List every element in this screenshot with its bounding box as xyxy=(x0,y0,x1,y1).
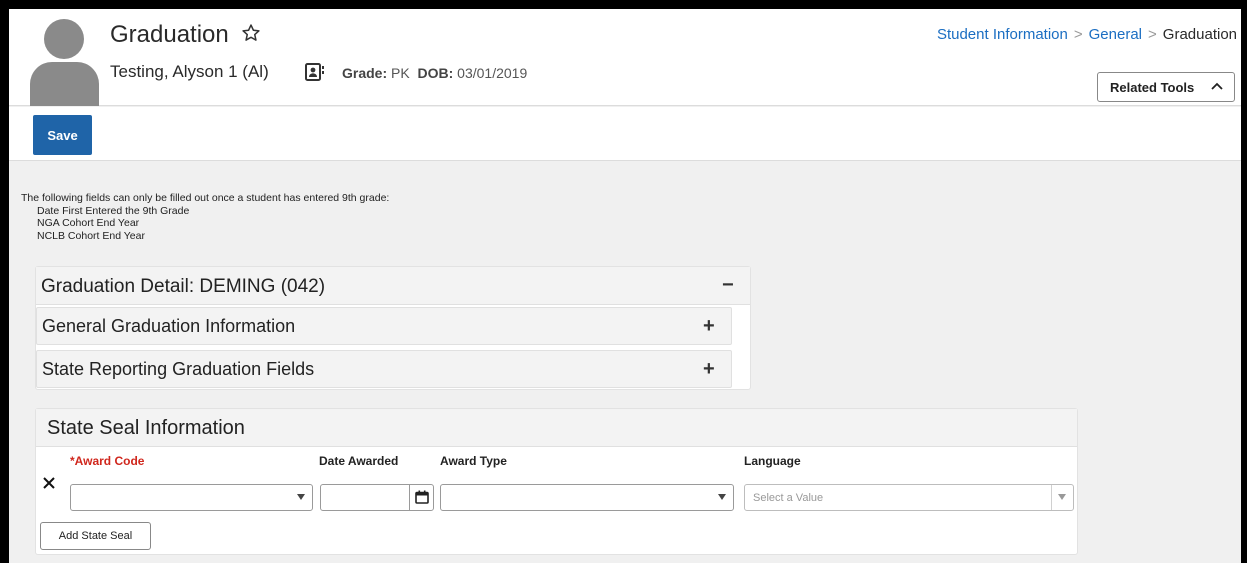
add-state-seal-button[interactable]: Add State Seal xyxy=(40,522,151,550)
close-icon[interactable] xyxy=(42,476,56,490)
breadcrumb-separator: > xyxy=(1148,26,1157,43)
breadcrumb: Student Information > General > Graduation xyxy=(937,26,1237,43)
award-code-header: *Award Code xyxy=(70,454,145,468)
breadcrumb-student-information[interactable]: Student Information xyxy=(937,26,1068,43)
section-title: General Graduation Information xyxy=(42,316,296,336)
language-header: Language xyxy=(744,454,801,468)
dob-label: DOB: xyxy=(417,65,454,81)
save-button[interactable]: Save xyxy=(33,115,92,155)
dropdown-arrow-icon xyxy=(1058,494,1066,500)
notice-item: Date First Entered the 9th Grade xyxy=(37,204,190,217)
state-seal-panel: State Seal Information *Award Code Date … xyxy=(35,408,1078,555)
graduation-page: Graduation Testing, Alyson 1 (Al) Grade:… xyxy=(9,9,1241,563)
expand-toggle[interactable]: + xyxy=(703,316,715,336)
action-toolbar: Save xyxy=(9,107,1241,161)
date-awarded-input[interactable] xyxy=(320,484,434,511)
state-seal-header: State Seal Information xyxy=(36,409,1077,447)
related-tools-label: Related Tools xyxy=(1110,79,1195,95)
section-general-graduation-information[interactable]: General Graduation Information + xyxy=(36,307,732,345)
contact-card-icon[interactable] xyxy=(305,63,325,81)
notice-item: NGA Cohort End Year xyxy=(37,217,140,229)
graduation-detail-panel: Graduation Detail: DEMING (042) − Genera… xyxy=(35,266,751,390)
collapse-toggle[interactable]: − xyxy=(722,275,734,295)
graduation-detail-title: Graduation Detail: DEMING (042) xyxy=(41,276,326,297)
avatar xyxy=(30,19,99,106)
expand-toggle[interactable]: + xyxy=(703,359,715,379)
language-placeholder: Select a Value xyxy=(753,491,824,504)
language-select[interactable]: Select a Value xyxy=(744,484,1074,511)
award-code-select[interactable] xyxy=(70,484,313,511)
page-title: Graduation xyxy=(110,21,229,48)
award-type-header: Award Type xyxy=(440,454,507,468)
section-state-reporting-graduation-fields[interactable]: State Reporting Graduation Fields + xyxy=(36,350,732,388)
calendar-icon[interactable] xyxy=(415,490,429,504)
dropdown-arrow-icon xyxy=(297,494,305,500)
student-name: Testing, Alyson 1 (Al) xyxy=(110,62,269,81)
related-tools-button[interactable]: Related Tools xyxy=(1097,72,1235,102)
state-seal-title: State Seal Information xyxy=(47,417,245,439)
notice-intro: The following fields can only be filled … xyxy=(21,192,390,204)
section-title: State Reporting Graduation Fields xyxy=(42,359,315,379)
notice-item: NCLB Cohort End Year xyxy=(37,229,145,242)
student-demographics: Grade: PK DOB: 03/01/2019 xyxy=(342,65,527,81)
graduation-detail-header[interactable]: Graduation Detail: DEMING (042) − xyxy=(36,267,750,305)
breadcrumb-separator: > xyxy=(1073,26,1083,43)
grade-value: PK xyxy=(391,65,410,81)
dropdown-arrow-icon xyxy=(718,494,726,500)
chevron-up-icon xyxy=(1211,82,1223,90)
ninth-grade-notice: The following fields can only be filled … xyxy=(21,192,389,242)
breadcrumb-general[interactable]: General xyxy=(1089,26,1142,43)
grade-label: Grade: xyxy=(342,65,388,81)
breadcrumb-current: Graduation xyxy=(1162,26,1237,43)
star-icon[interactable] xyxy=(241,23,261,43)
dob-value: 03/01/2019 xyxy=(457,65,528,81)
award-type-select[interactable] xyxy=(440,484,734,511)
page-header: Graduation Testing, Alyson 1 (Al) Grade:… xyxy=(9,9,1241,106)
date-awarded-header: Date Awarded xyxy=(319,454,399,468)
